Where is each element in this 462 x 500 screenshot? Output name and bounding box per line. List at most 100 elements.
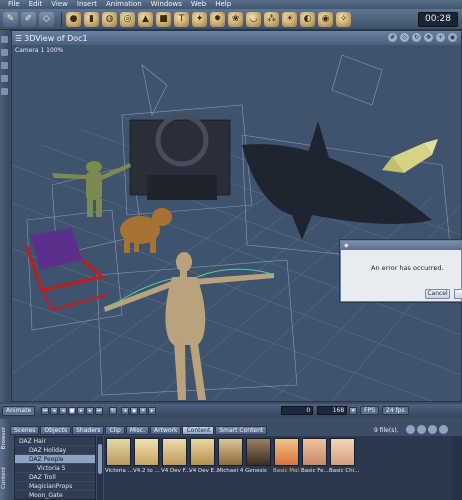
thumbnail-label: V4 Dev E... <box>189 468 219 474</box>
bowl-object-icon[interactable]: ◡ <box>246 11 261 27</box>
right-panel-strip[interactable] <box>452 436 462 500</box>
menu-file[interactable]: File <box>8 0 20 9</box>
render-tool-icon[interactable]: ✧ <box>336 11 351 27</box>
sphere-primitive-icon[interactable]: ● <box>66 11 81 27</box>
browser-side-tab[interactable]: Browser Content <box>0 419 9 500</box>
tab-content[interactable]: Content <box>182 426 215 435</box>
cube-primitive-icon[interactable]: ■ <box>156 11 171 27</box>
view-grid-icon[interactable]: # <box>388 33 397 42</box>
thumbnail-basic-male[interactable] <box>274 438 299 466</box>
globe-primitive-icon[interactable]: ◍ <box>102 11 117 27</box>
tree-item[interactable]: DAZ Hair <box>15 437 95 446</box>
tab-scenes[interactable]: Scenes <box>10 426 40 435</box>
frames-stepper-icon[interactable]: ▾ <box>349 406 358 415</box>
error-dialog-titlebar[interactable]: ◈ <box>341 241 461 250</box>
tab-artwork[interactable]: Artwork <box>150 426 182 435</box>
strip-tool-icon[interactable] <box>1 62 8 69</box>
menu-help[interactable]: Help <box>215 0 231 9</box>
strip-tool-icon[interactable] <box>1 75 8 82</box>
view-zoom-icon[interactable]: + <box>436 33 445 42</box>
play-back-icon[interactable]: ◂ <box>59 406 68 415</box>
tab-misc[interactable]: Misc. <box>125 426 150 435</box>
tree-item[interactable]: DAZ Holiday <box>15 446 95 455</box>
eraser-tool-icon[interactable]: ◇ <box>39 11 54 27</box>
fps-dropdown[interactable]: FPS <box>360 406 380 415</box>
menu-animation[interactable]: Animation <box>106 0 142 9</box>
scatter-tool-icon[interactable]: ⁂ <box>264 11 279 27</box>
view-rotate-icon[interactable]: ↻ <box>412 33 421 42</box>
thumbnail-v42[interactable] <box>134 438 159 466</box>
tab-clip[interactable]: Clip <box>105 426 125 435</box>
viewport-menu-icon[interactable]: ☰ <box>15 34 22 43</box>
go-to-start-icon[interactable]: ⏮ <box>41 406 50 415</box>
current-frame-field[interactable]: 0 <box>281 406 314 415</box>
alien-figure-model[interactable] <box>52 161 131 217</box>
menu-edit[interactable]: Edit <box>29 0 43 9</box>
thumbnail-v4-dev-f[interactable] <box>162 438 187 466</box>
fps-value-dropdown[interactable]: 24 fps <box>382 406 409 415</box>
throne-model[interactable] <box>129 113 231 200</box>
light-tool-icon[interactable]: ✦ <box>192 11 207 27</box>
spot-light-icon[interactable]: ◐ <box>300 11 315 27</box>
terrain-tool-icon[interactable]: ✹ <box>210 11 225 27</box>
3d-scene[interactable]: Camera 1 100% <box>12 45 461 401</box>
tab-shaders[interactable]: Shaders <box>72 426 105 435</box>
search-icon[interactable] <box>406 425 415 434</box>
stop-icon[interactable]: ■ <box>68 406 77 415</box>
play-icon[interactable]: ▸ <box>77 406 86 415</box>
tree-scroll-thumb[interactable] <box>98 444 102 474</box>
pencil-tool-icon[interactable]: ✎ <box>3 11 18 27</box>
add-icon[interactable] <box>417 425 426 434</box>
strip-tool-icon[interactable] <box>1 36 8 43</box>
thumbnail-basic-child[interactable] <box>330 438 355 466</box>
pen-tool-icon[interactable]: ✐ <box>21 11 36 27</box>
plant-tool-icon[interactable]: ❀ <box>228 11 243 27</box>
view-move-icon[interactable]: ✥ <box>424 33 433 42</box>
animate-button[interactable]: Animate <box>2 405 36 416</box>
tree-scrollbar[interactable] <box>97 436 103 500</box>
prev-key-icon[interactable]: ◂ <box>121 406 130 415</box>
sun-light-icon[interactable]: ☀ <box>282 11 297 27</box>
cone-primitive-icon[interactable]: ▲ <box>138 11 153 27</box>
torus-primitive-icon[interactable]: ◎ <box>120 11 135 27</box>
menu-windows[interactable]: Windows <box>151 0 182 9</box>
camera-tool-icon[interactable]: ◉ <box>318 11 333 27</box>
strip-tool-icon[interactable] <box>1 49 8 56</box>
step-forward-icon[interactable]: ▸ <box>86 406 95 415</box>
thumbnail-victoria[interactable] <box>106 438 131 466</box>
go-to-end-icon[interactable]: ⏭ <box>95 406 104 415</box>
human-figure-model[interactable] <box>104 252 274 400</box>
step-back-icon[interactable]: ◂ <box>50 406 59 415</box>
trash-icon[interactable]: ✕ <box>139 406 148 415</box>
tree-item[interactable]: Victoria 5 <box>15 464 95 473</box>
thumbnail-michael4[interactable] <box>218 438 243 466</box>
tree-item[interactable]: MagicianProps <box>15 482 95 491</box>
view-camera-icon[interactable]: ◉ <box>448 33 457 42</box>
cylinder-primitive-icon[interactable]: ▮ <box>84 11 99 27</box>
text-tool-icon[interactable]: T <box>174 11 189 27</box>
thumbnail-basic-female[interactable] <box>302 438 327 466</box>
gear-icon[interactable] <box>428 425 437 434</box>
tab-smart-content[interactable]: Smart Content <box>215 426 268 435</box>
menu-insert[interactable]: Insert <box>77 0 97 9</box>
ok-button[interactable] <box>454 289 462 299</box>
menu-web[interactable]: Web <box>191 0 206 9</box>
strip-tool-icon[interactable] <box>1 88 8 95</box>
tree-item-selected[interactable]: DAZ People <box>15 455 95 464</box>
tab-objects[interactable]: Objects <box>40 426 72 435</box>
next-key-icon[interactable]: ▸ <box>148 406 157 415</box>
thumbnail-v4-dev-e[interactable] <box>190 438 215 466</box>
loop-icon[interactable]: ↻ <box>109 406 118 415</box>
key-icon[interactable]: ◆ <box>130 406 139 415</box>
menu-icon[interactable] <box>439 425 448 434</box>
sleigh-model[interactable] <box>24 228 108 312</box>
cancel-button[interactable]: Cancel <box>425 289 450 299</box>
total-frames-field[interactable]: 168 <box>317 406 348 415</box>
error-message: An error has occurred. <box>371 264 444 272</box>
pencil-model[interactable] <box>382 139 438 173</box>
tree-item[interactable]: Moon_Gate <box>15 491 95 499</box>
menu-view[interactable]: View <box>51 0 68 9</box>
view-plane-icon[interactable]: ◇ <box>400 33 409 42</box>
thumbnail-genesis[interactable] <box>246 438 271 466</box>
tree-item[interactable]: DAZ Troll <box>15 473 95 482</box>
